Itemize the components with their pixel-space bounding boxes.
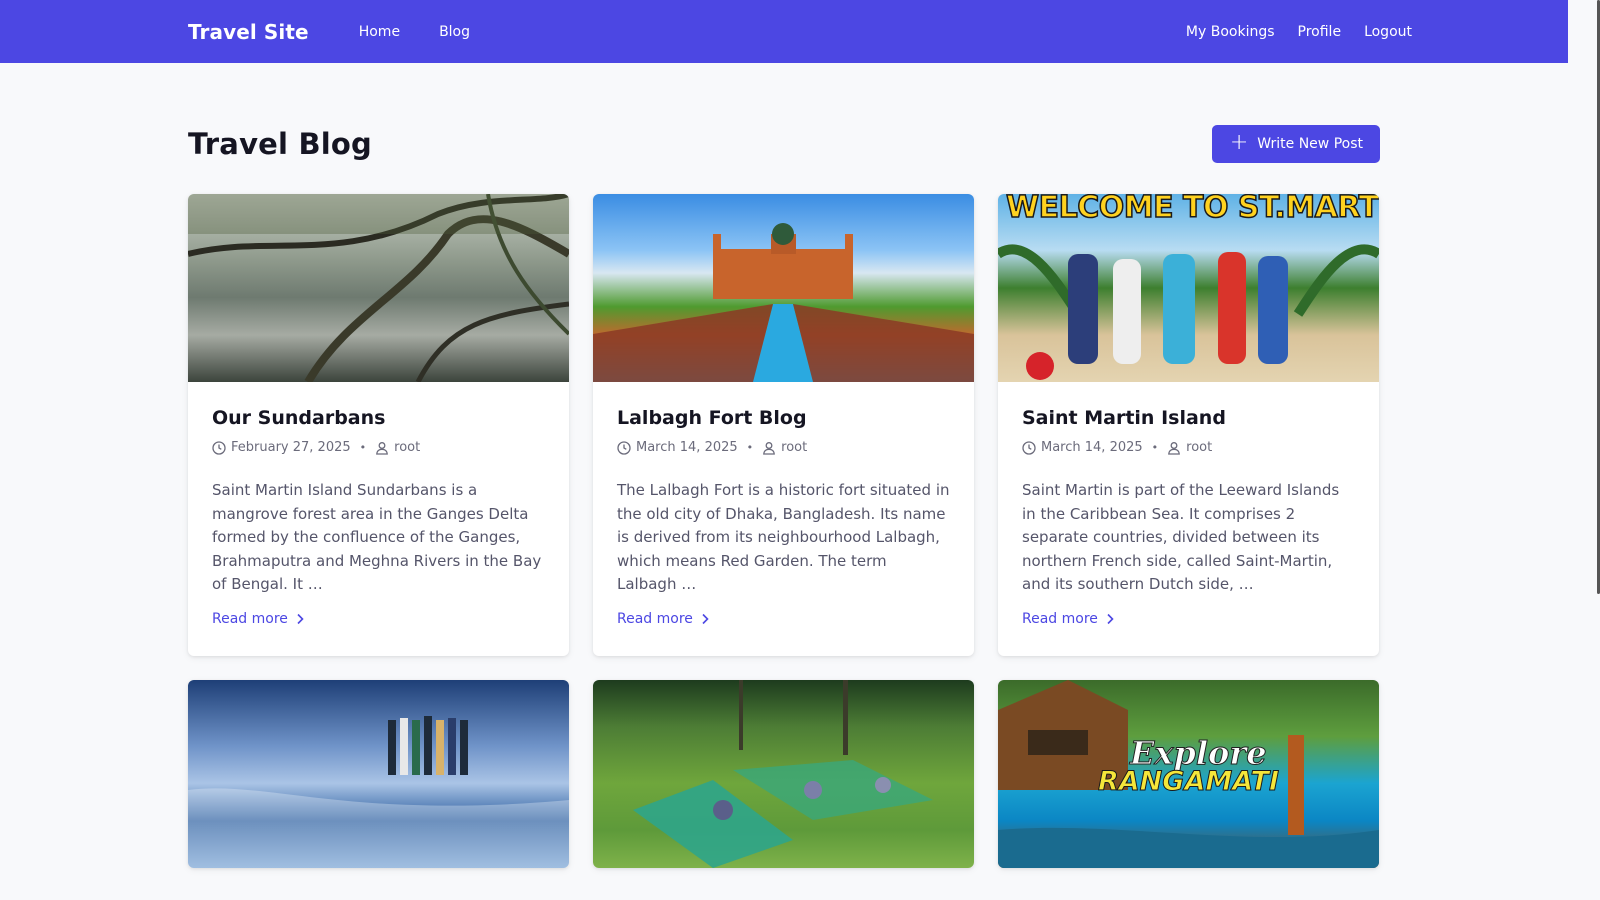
nav-home-link[interactable]: Home [359,24,400,40]
rangamati-image[interactable]: Explore RANGAMATI [998,680,1379,868]
blog-post-grid: Our Sundarbans February 27, 2025 • root … [188,194,1380,868]
park-yoga-image[interactable] [593,680,974,868]
card-body: Lalbagh Fort Blog March 14, 2025 • root … [593,382,974,627]
post-excerpt: The Lalbagh Fort is a historic fort situ… [617,481,950,593]
post-date: February 27, 2025 [231,440,351,455]
page-title: Travel Blog [188,127,373,161]
nav-my-bookings-link[interactable]: My Bookings [1186,24,1275,40]
lalbagh-fort-image[interactable] [593,194,974,382]
nav-left-links: Home Blog [359,24,470,40]
blog-card-lalbagh[interactable]: Lalbagh Fort Blog March 14, 2025 • root … [593,194,974,656]
beach-image[interactable] [188,680,569,868]
post-author: root [781,440,808,455]
post-excerpt: Saint Martin Island Sundarbans is a mang… [212,481,542,593]
blog-card-saint-martin[interactable]: WELCOME TO ST.MARTIN Saint Martin Island… [998,194,1379,656]
user-icon [1168,441,1181,455]
meta-separator: • [1151,441,1159,454]
saint-martin-image[interactable]: WELCOME TO ST.MARTIN [998,194,1379,382]
main-content: Travel Blog + Write New Post Our Sundarb… [188,63,1380,868]
welcome-image-text: WELCOME TO ST.MARTIN [1005,194,1379,226]
plus-icon: + [1229,130,1249,155]
meta-separator: • [359,441,367,454]
post-author: root [1186,440,1213,455]
write-new-post-label: Write New Post [1257,136,1363,152]
card-body: Our Sundarbans February 27, 2025 • root … [188,382,569,627]
clock-icon [212,440,226,455]
site-brand[interactable]: Travel Site [188,20,309,44]
card-body: Saint Martin Island March 14, 2025 • roo… [998,382,1379,627]
meta-separator: • [746,441,754,454]
blog-card-rangamati[interactable]: Explore RANGAMATI [998,680,1379,868]
top-navbar: Travel Site Home Blog My Bookings Profil… [0,0,1600,63]
page-scrollbar[interactable] [1568,0,1600,900]
post-meta: March 14, 2025 • root [1022,440,1355,455]
blog-card-park[interactable] [593,680,974,868]
read-more-label: Read more [1022,610,1098,627]
post-date: March 14, 2025 [636,440,738,455]
post-title[interactable]: Lalbagh Fort Blog [617,407,950,429]
blog-card-sundarbans[interactable]: Our Sundarbans February 27, 2025 • root … [188,194,569,656]
clock-icon [1022,440,1036,455]
read-more-link[interactable]: Read more [1022,611,1355,627]
post-title[interactable]: Our Sundarbans [212,407,545,429]
post-meta: February 27, 2025 • root [212,440,545,455]
nav-profile-link[interactable]: Profile [1298,24,1342,40]
post-date: March 14, 2025 [1041,440,1143,455]
page-header: Travel Blog + Write New Post [188,123,1380,165]
read-more-link[interactable]: Read more [212,611,545,627]
nav-right-links: My Bookings Profile Logout [1186,24,1412,40]
user-icon [376,441,389,455]
clock-icon [617,440,631,455]
nav-blog-link[interactable]: Blog [439,24,470,40]
post-excerpt: Saint Martin is part of the Leeward Isla… [1022,481,1340,593]
sundarbans-image[interactable] [188,194,569,382]
read-more-link[interactable]: Read more [617,611,950,627]
user-icon [763,441,776,455]
write-new-post-button[interactable]: + Write New Post [1211,125,1380,163]
read-more-label: Read more [212,610,288,627]
nav-logout-link[interactable]: Logout [1364,24,1412,40]
chevron-right-icon [297,613,304,624]
chevron-right-icon [702,613,709,624]
read-more-label: Read more [617,610,693,627]
rangamati-image-text: RANGAMATI [1098,766,1280,798]
post-meta: March 14, 2025 • root [617,440,950,455]
blog-card-beach[interactable] [188,680,569,868]
post-author: root [394,440,421,455]
chevron-right-icon [1107,613,1114,624]
post-title[interactable]: Saint Martin Island [1022,407,1355,429]
